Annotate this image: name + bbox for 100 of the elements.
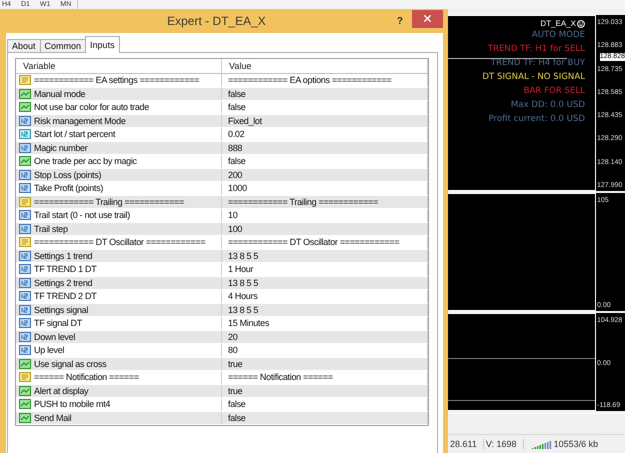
status-text: V: 1698 [484, 439, 524, 449]
tab[interactable]: About [7, 39, 41, 53]
variable-value[interactable]: 200 [228, 170, 242, 180]
variable-name: Down level [34, 332, 76, 342]
info-line: TREND TF: H1 for SELL [488, 43, 585, 56]
variable-name: PUSH to mobile mt4 [34, 399, 110, 410]
int-type-icon [19, 116, 31, 126]
variable-value[interactable]: false [228, 102, 246, 112]
variable-name: Alert at display [34, 386, 88, 396]
bool-type-icon [19, 102, 31, 112]
int-type-icon [19, 332, 31, 342]
variable-value[interactable]: 13 8 5 5 [228, 250, 258, 261]
variable-name: Trail step [34, 224, 68, 234]
int-type-icon [19, 142, 31, 153]
variable-value[interactable]: ============ Trailing ============ [228, 196, 378, 207]
close-icon [422, 13, 433, 24]
int-type-icon [19, 278, 31, 288]
variable-value[interactable]: 0.02 [228, 129, 244, 140]
variable-value[interactable]: ============ DT Oscillator ============ [228, 237, 400, 248]
info-line: TREND TF: H4 for BUY [490, 57, 585, 70]
info-line: Profit current: 0.0 USD [488, 113, 585, 126]
int-type-icon [19, 264, 31, 274]
info-line: AUTO MODE [532, 29, 585, 42]
variable-value[interactable]: Fixed_lot [228, 116, 262, 126]
variable-value[interactable]: 13 8 5 5 [228, 304, 258, 315]
connection-bars-icon [532, 440, 552, 448]
variable-value[interactable]: false [228, 156, 246, 166]
info-line: Max DD: 0.0 USD [510, 99, 585, 112]
int-type-icon [19, 250, 31, 261]
variable-name: Up level [34, 345, 64, 356]
column-header[interactable]: Variable [19, 61, 56, 71]
string-type-icon [19, 237, 31, 248]
string-type-icon [19, 75, 31, 86]
variable-value[interactable]: 80 [228, 345, 238, 356]
int-type-icon [19, 170, 31, 180]
int-type-icon [19, 304, 31, 315]
variable-name: TF TREND 1 DT [34, 264, 96, 274]
bool-type-icon [19, 88, 31, 99]
variable-value[interactable]: 100 [228, 224, 242, 234]
variable-name: Trail start (0 - not use trail) [34, 210, 130, 220]
variable-name: ====== Notification ====== [34, 372, 139, 382]
string-type-icon [19, 196, 31, 207]
variable-name: Start lot / start percent [34, 129, 116, 140]
int-type-icon [19, 183, 31, 194]
variable-value[interactable]: 4 Hours [228, 291, 258, 302]
info-line: DT SIGNAL - NO SIGNAL [482, 71, 585, 84]
variable-value[interactable]: true [228, 358, 242, 369]
variable-value[interactable]: ====== Notification ====== [228, 372, 333, 382]
variable-name: One trade per acc by magic [34, 156, 137, 166]
status-text: 28.611 [448, 439, 484, 449]
int-type-icon [19, 291, 31, 302]
variable-name: Use signal as cross [34, 358, 106, 369]
variable-name: TF signal DT [34, 318, 82, 328]
int-type-icon [19, 224, 31, 234]
tab[interactable]: Common [40, 39, 86, 53]
string-type-icon [19, 372, 31, 382]
info-line: BAR FOR SELL [524, 85, 585, 98]
variable-value[interactable]: 20 [228, 332, 238, 342]
variable-value[interactable]: true [228, 386, 242, 396]
int-type-icon [19, 210, 31, 220]
variable-name: Not use bar color for auto trade [34, 102, 149, 112]
variable-value[interactable]: false [228, 412, 246, 423]
variable-value[interactable]: 15 Minutes [228, 318, 270, 328]
int-type-icon [19, 318, 31, 328]
variable-name: Send Mail [34, 412, 72, 423]
variable-value[interactable]: 10 [228, 210, 238, 220]
variable-name: Magic number [34, 142, 88, 153]
variable-name: Risk management Mode [34, 116, 126, 126]
bool-type-icon [19, 399, 31, 410]
help-button[interactable]: ? [396, 16, 403, 26]
double-type-icon [19, 129, 31, 140]
column-header[interactable]: Value [225, 61, 252, 71]
variable-name: TF TREND 2 DT [34, 291, 96, 302]
variable-value[interactable]: 1000 [228, 183, 247, 194]
bool-type-icon [19, 412, 31, 423]
variable-name: Settings 1 trend [34, 250, 92, 261]
bool-type-icon [19, 386, 31, 396]
variable-value[interactable]: ============ EA options ============ [228, 75, 392, 86]
status-text: 10553/6 kb [552, 439, 600, 449]
variable-value[interactable]: 13 8 5 5 [228, 278, 258, 288]
variable-name: Settings signal [34, 304, 88, 315]
close-button[interactable] [412, 10, 443, 28]
variable-value[interactable]: false [228, 88, 246, 99]
variable-name: ============ Trailing ============ [34, 196, 184, 207]
bool-type-icon [19, 358, 31, 369]
variable-name: Manual mode [34, 88, 86, 99]
variable-name: ============ DT Oscillator ============ [34, 237, 206, 248]
variable-name: Take Profit (points) [34, 183, 104, 194]
smiley-icon [577, 20, 585, 28]
variable-value[interactable]: false [228, 399, 246, 410]
variable-value[interactable]: 888 [228, 142, 242, 153]
variable-name: Stop Loss (points) [34, 170, 102, 180]
bool-type-icon [19, 156, 31, 166]
variable-name: ============ EA settings ============ [34, 75, 200, 86]
variable-name: Settings 2 trend [34, 278, 92, 288]
dialog-title: Expert - DT_EA_X [166, 14, 267, 28]
int-type-icon [19, 345, 31, 356]
expert-label: DT_EA_X [540, 19, 576, 28]
variable-value[interactable]: 1 Hour [228, 264, 254, 274]
tab[interactable]: Inputs [85, 36, 120, 53]
